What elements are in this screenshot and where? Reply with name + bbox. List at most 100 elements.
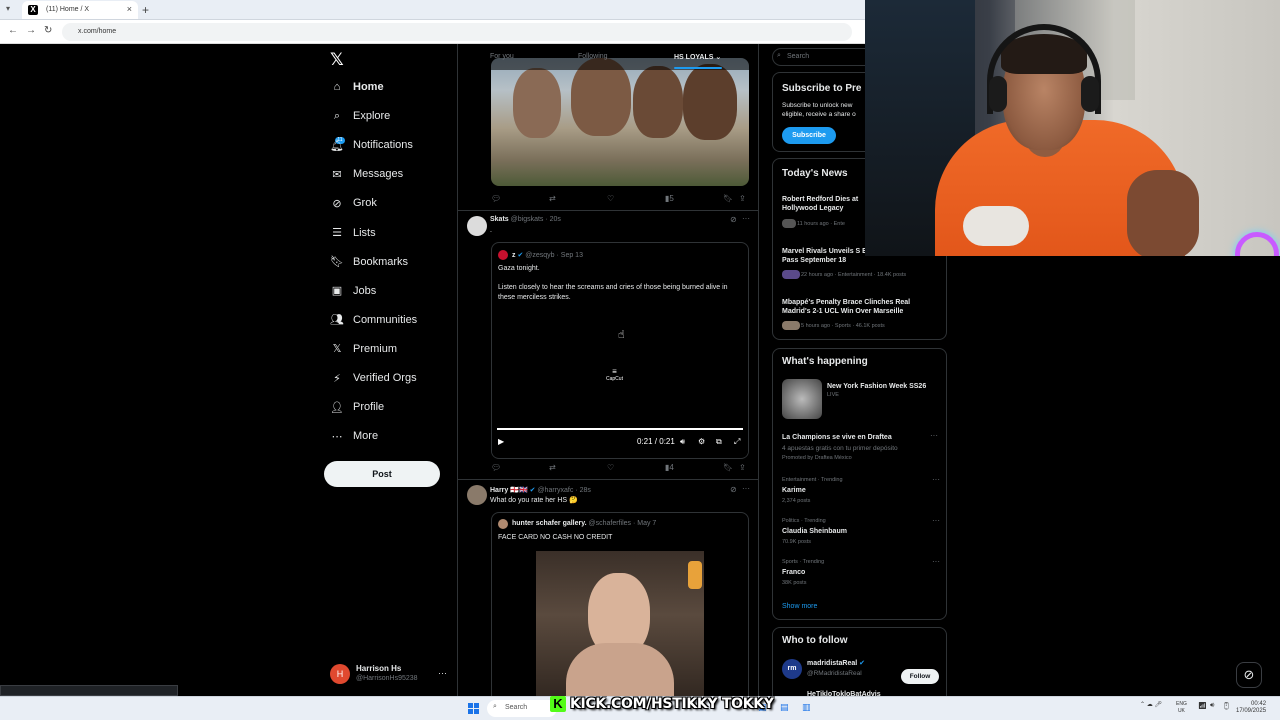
tab-hs-loyals[interactable]: HS LOYALS ⌄ — [674, 53, 721, 61]
reply-icon[interactable]: 💬︎ — [491, 463, 501, 472]
chevron-down-icon: ⌄ — [715, 54, 722, 61]
subscribe-button[interactable]: Subscribe — [782, 127, 836, 144]
avatar[interactable] — [467, 485, 487, 505]
status-bar-url — [0, 685, 178, 696]
language-indicator[interactable]: ENG UK — [1176, 701, 1187, 715]
sidebar-item-notifications[interactable]: 🔔︎ Notifications — [330, 135, 413, 155]
battery-icon[interactable]: 🔋︎ — [1222, 702, 1231, 710]
quoted-post[interactable]: hunter schafer gallery. @schaferfiles · … — [491, 512, 749, 720]
x-logo-icon[interactable]: 𝕏 — [330, 50, 344, 70]
trend-name: Karime — [782, 487, 806, 494]
avatars — [782, 321, 800, 330]
views-icon[interactable]: ▮ 4 — [665, 463, 674, 472]
quote-header: hunter schafer gallery. @schaferfiles · … — [512, 520, 656, 527]
search-icon: ⌕ — [493, 703, 497, 710]
views-icon[interactable]: ▮ 5 — [665, 194, 674, 203]
more-dots-icon[interactable]: ··· — [932, 516, 940, 525]
people-icon: 👥︎ — [330, 314, 344, 327]
sidebar-item-more[interactable]: ⋯ More — [330, 426, 379, 446]
sidebar-item-communities[interactable]: 👥︎ Communities — [330, 310, 417, 330]
trend-item[interactable]: Entertainment · Trending ··· Karime 2,37… — [773, 475, 948, 513]
share-icon[interactable]: ⇪ — [739, 194, 746, 203]
sidebar-item-label: Communities — [353, 313, 418, 326]
sidebar-item-explore[interactable]: ⌕ Explore — [330, 106, 390, 126]
taskbar-search[interactable]: ⌕ Search — [487, 700, 557, 717]
quote-image[interactable] — [536, 551, 704, 713]
promo-title[interactable]: La Champions se vive en Draftea — [782, 433, 892, 442]
trend-item[interactable]: Politics · Trending ··· Claudia Sheinbau… — [773, 516, 948, 554]
more-dots-icon[interactable]: ··· — [930, 431, 938, 440]
reply-icon[interactable]: 💬︎ — [491, 194, 501, 203]
post-header: Skats @bigskats · 20s — [490, 216, 561, 223]
video-progress[interactable] — [497, 428, 743, 430]
tab-following[interactable]: Following — [578, 53, 608, 60]
grok-icon[interactable]: ⊘ — [730, 485, 737, 494]
profile-handle: @HarrisonHs95238 — [356, 675, 418, 682]
app-icon[interactable]: ▤ — [780, 702, 789, 713]
more-dots-icon[interactable]: ··· — [932, 475, 940, 484]
like-icon[interactable]: ♡ — [607, 194, 614, 203]
sidebar-item-messages[interactable]: ✉ Messages — [330, 164, 403, 184]
post-image[interactable] — [491, 58, 749, 186]
browser-tab[interactable]: X (11) Home / X × — [22, 1, 138, 19]
clock[interactable]: 00:42 17/09/2025 — [1236, 701, 1266, 715]
event-image[interactable] — [782, 379, 822, 419]
back-icon[interactable]: ← — [8, 25, 18, 36]
sidebar-item-lists[interactable]: ☰ Lists — [330, 223, 376, 243]
share-icon[interactable]: ⇪ — [739, 463, 746, 472]
settings-icon[interactable]: ⚙ — [698, 437, 705, 446]
like-icon[interactable]: ♡ — [607, 463, 614, 472]
event-name[interactable]: New York Fashion Week SS26 — [827, 382, 926, 391]
trend-item[interactable]: Sports · Trending ··· Franco 38K posts — [773, 557, 948, 595]
repost-icon[interactable]: ⇄ — [549, 194, 556, 203]
quote-author: z — [512, 252, 516, 259]
grok-icon[interactable]: ⊘ — [730, 215, 737, 224]
sidebar-item-grok[interactable]: ⊘ Grok — [330, 193, 376, 213]
sidebar-item-verified-orgs[interactable]: ⚡︎ Verified Orgs — [330, 368, 416, 388]
follow-suggestion[interactable]: rm madridistaReal ✔ @RMadridistaReal Fol… — [773, 656, 948, 684]
sidebar-item-bookmarks[interactable]: 🔖︎ Bookmarks — [330, 252, 408, 272]
more-dots-icon[interactable]: ··· — [742, 214, 750, 223]
wifi-icon[interactable]: 📶︎ — [1198, 702, 1207, 710]
author-name[interactable]: Skats — [490, 216, 509, 223]
windows-start-icon[interactable] — [468, 703, 479, 714]
play-icon[interactable]: ▶ — [498, 437, 504, 446]
fullscreen-icon[interactable]: ⤢ — [734, 437, 740, 447]
show-more-link[interactable]: Show more — [782, 603, 817, 610]
author-name[interactable]: Harry 🏴󠁧󠁢󠁥󠁮󠁧󠁿🇬🇧 — [490, 487, 528, 494]
more-dots-icon[interactable]: ··· — [742, 484, 750, 493]
more-dots-icon[interactable]: ··· — [438, 668, 447, 678]
new-tab-icon[interactable]: + — [142, 3, 149, 17]
tab-for-you[interactable]: For you — [490, 53, 514, 60]
account-switcher[interactable]: H Harrison Hs @HarrisonHs95238 ··· — [330, 662, 456, 690]
quoted-post[interactable]: z ✔ @zesqyb · Sep 13 Gaza tonight. Liste… — [491, 242, 749, 459]
volume-icon[interactable]: 🔊︎ — [1210, 702, 1214, 710]
sidebar-item-jobs[interactable]: ▣ Jobs — [330, 281, 376, 301]
repost-icon[interactable]: ⇄ — [549, 463, 556, 472]
sidebar-item-premium[interactable]: 𝕏 Premium — [330, 339, 397, 359]
volume-icon[interactable]: 🔊︎ — [680, 437, 685, 447]
system-tray[interactable]: ⌃ ☁ 🎤︎ — [1140, 701, 1162, 708]
app-icon[interactable]: ▥ — [802, 702, 811, 713]
bookmark-icon[interactable]: 🔖︎ — [723, 194, 733, 203]
who-to-follow-panel: Who to follow rm madridistaReal ✔ @RMadr… — [772, 627, 947, 707]
tab-menu-icon[interactable]: ▾ — [6, 4, 10, 13]
bookmark-icon[interactable]: 🔖︎ — [723, 463, 733, 472]
more-dots-icon[interactable]: ··· — [932, 557, 940, 566]
address-bar: ← → ↻ x.com/home — [0, 20, 865, 44]
pip-icon[interactable]: ⧉ — [716, 437, 722, 447]
url-field[interactable]: x.com/home — [62, 23, 852, 41]
tab-close-icon[interactable]: × — [127, 4, 132, 14]
sidebar-item-home[interactable]: ⌂ Home — [330, 77, 384, 97]
grok-icon: ⊘ — [332, 197, 342, 210]
person-icon: 👤︎ — [330, 401, 344, 414]
post-button[interactable]: Post — [324, 461, 440, 487]
avatar[interactable] — [467, 216, 487, 236]
sidebar-item-label: Bookmarks — [353, 255, 409, 268]
search-placeholder: Search — [787, 53, 810, 60]
follow-button[interactable]: Follow — [901, 669, 939, 684]
sidebar-item-profile[interactable]: 👤︎ Profile — [330, 397, 384, 417]
forward-icon[interactable]: → — [26, 25, 36, 36]
grok-float-icon[interactable]: ⊘ — [1236, 662, 1262, 688]
reload-icon[interactable]: ↻ — [44, 25, 52, 36]
